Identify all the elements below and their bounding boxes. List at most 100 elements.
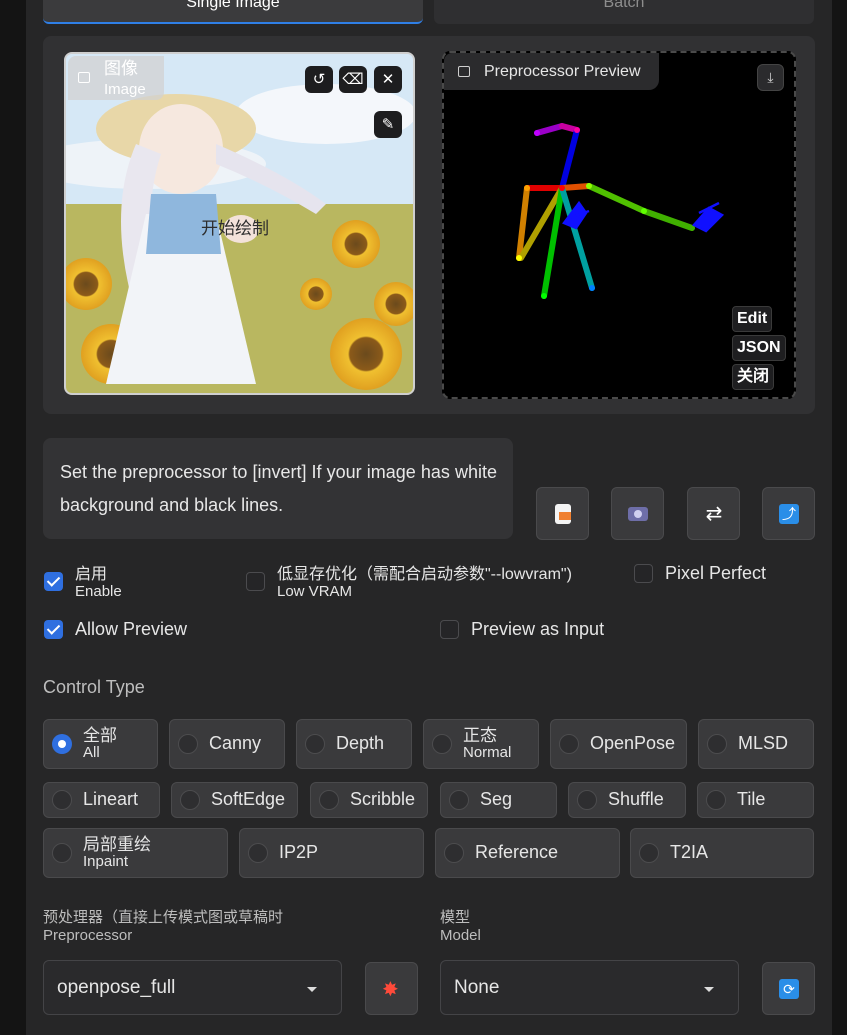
- camera-button[interactable]: [611, 487, 664, 540]
- radio-icon: [707, 734, 727, 754]
- control-type-all[interactable]: 全部 All: [43, 719, 158, 769]
- chevron-down-icon: [704, 987, 714, 992]
- preprocessor-preview: Preprocessor Preview ⤓ Edit JSON 关闭: [442, 51, 796, 399]
- control-type-label-cn: 局部重绘: [83, 835, 151, 854]
- json-button[interactable]: JSON: [732, 335, 786, 361]
- tab-single-image[interactable]: Single Image: [43, 0, 423, 24]
- preview-as-input-label: Preview as Input: [471, 619, 605, 639]
- radio-icon: [319, 790, 339, 810]
- control-type-depth[interactable]: Depth: [296, 719, 412, 769]
- undo-icon[interactable]: ↺: [305, 66, 333, 93]
- preprocessor-label-cn: 预处理器（直接上传模式图或草稿时: [43, 909, 284, 926]
- radio-icon: [432, 734, 452, 754]
- radio-icon: [639, 843, 659, 863]
- control-type-tile[interactable]: Tile: [697, 782, 814, 818]
- brush-icon[interactable]: ✎: [374, 111, 402, 138]
- edit-button[interactable]: Edit: [732, 306, 773, 332]
- document-edit-button[interactable]: [536, 487, 589, 540]
- invert-tip: Set the preprocessor to [invert] If your…: [43, 438, 513, 539]
- start-drawing-text: 开始绘制: [201, 219, 269, 238]
- control-type-title: Control Type: [43, 677, 145, 697]
- enable-label-cn: 启用: [75, 566, 108, 583]
- preprocessor-value: openpose_full: [57, 977, 176, 998]
- close-preview-button[interactable]: 关闭: [732, 364, 775, 390]
- refresh-models-button[interactable]: ⟳: [762, 962, 815, 1015]
- swap-button[interactable]: ⇄: [687, 487, 740, 540]
- low-vram-label-en: Low VRAM: [277, 583, 353, 600]
- model-value: None: [454, 977, 500, 998]
- radio-icon: [305, 734, 325, 754]
- send-dimensions-icon: ⤴: [779, 504, 799, 524]
- radio-icon: [706, 790, 726, 810]
- refresh-icon: ⟳: [779, 979, 799, 999]
- control-type-label: Canny: [209, 733, 262, 753]
- control-type-label: IP2P: [279, 842, 319, 862]
- control-type-label-en: All: [83, 744, 100, 761]
- control-type-ip2p[interactable]: IP2P: [239, 828, 424, 878]
- radio-icon: [178, 734, 198, 754]
- radio-icon: [52, 790, 72, 810]
- control-type-lineart[interactable]: Lineart: [43, 782, 160, 818]
- model-label-en: Model: [440, 927, 481, 944]
- image-label-cn: 图像: [104, 59, 138, 78]
- low-vram-checkbox[interactable]: [246, 572, 265, 591]
- download-icon[interactable]: ⤓: [757, 64, 784, 91]
- preview-as-input-checkbox[interactable]: [440, 620, 459, 639]
- allow-preview-label: Allow Preview: [75, 619, 188, 639]
- control-type-t2ia[interactable]: T2IA: [630, 828, 814, 878]
- control-type-label: Reference: [475, 842, 559, 862]
- control-type-label: MLSD: [738, 733, 789, 753]
- model-label-cn: 模型: [440, 909, 471, 926]
- control-type-label: Shuffle: [608, 789, 664, 809]
- control-type-label: Seg: [480, 789, 513, 809]
- control-type-softedge[interactable]: SoftEdge: [171, 782, 298, 818]
- close-icon[interactable]: ✕: [374, 66, 402, 93]
- low-vram-label-cn: 低显存优化（需配合启动参数"--lowvram"): [277, 566, 572, 583]
- chevron-down-icon: [307, 987, 317, 992]
- run-preprocessor-button[interactable]: ✸: [365, 962, 418, 1015]
- control-type-reference[interactable]: Reference: [435, 828, 620, 878]
- control-type-mlsd[interactable]: MLSD: [698, 719, 814, 769]
- control-type-label: SoftEdge: [211, 789, 286, 809]
- radio-icon: [248, 843, 268, 863]
- control-type-label: T2IA: [670, 842, 709, 862]
- explosion-icon: ✸: [382, 979, 399, 1001]
- preprocessor-select[interactable]: openpose_full: [43, 960, 342, 1015]
- control-type-canny[interactable]: Canny: [169, 719, 285, 769]
- right-scroll-gutter: [832, 0, 847, 1035]
- control-type-shuffle[interactable]: Shuffle: [568, 782, 686, 818]
- control-type-label: Scribble: [350, 789, 416, 809]
- preview-label: Preprocessor Preview: [444, 53, 659, 90]
- radio-icon: [559, 734, 579, 754]
- pixel-perfect-checkbox[interactable]: [634, 564, 653, 583]
- radio-icon: [52, 843, 72, 863]
- preprocessor-label-en: Preprocessor: [43, 927, 133, 944]
- radio-icon: [577, 790, 597, 810]
- image-label-en: Image: [104, 81, 146, 98]
- radio-icon: [180, 790, 200, 810]
- control-type-label: Lineart: [83, 789, 139, 809]
- tab-batch[interactable]: Batch: [434, 0, 814, 24]
- enable-label-en: Enable: [75, 583, 122, 600]
- control-type-label: Depth: [336, 733, 385, 753]
- allow-preview-checkbox[interactable]: [44, 620, 63, 639]
- control-type-normal[interactable]: 正态 Normal: [423, 719, 539, 769]
- radio-icon: [444, 843, 464, 863]
- control-type-openpose[interactable]: OpenPose: [550, 719, 687, 769]
- control-type-scribble[interactable]: Scribble: [310, 782, 428, 818]
- send-dimensions-button[interactable]: ⤴: [762, 487, 815, 540]
- radio-selected-icon: [52, 734, 72, 754]
- control-type-label: Tile: [737, 789, 766, 809]
- image-icon: [78, 72, 90, 83]
- control-type-label-en: Inpaint: [83, 853, 129, 870]
- enable-checkbox[interactable]: [44, 572, 63, 591]
- control-type-seg[interactable]: Seg: [440, 782, 557, 818]
- control-type-inpaint[interactable]: 局部重绘 Inpaint: [43, 828, 228, 878]
- left-scroll-gutter: [0, 0, 26, 1035]
- eraser-icon[interactable]: ⌫: [339, 66, 367, 93]
- control-type-label-cn: 全部: [83, 726, 117, 745]
- document-edit-icon: [555, 504, 571, 524]
- model-select[interactable]: None: [440, 960, 739, 1015]
- control-type-label-en: Normal: [463, 744, 512, 761]
- swap-icon: ⇄: [705, 503, 723, 525]
